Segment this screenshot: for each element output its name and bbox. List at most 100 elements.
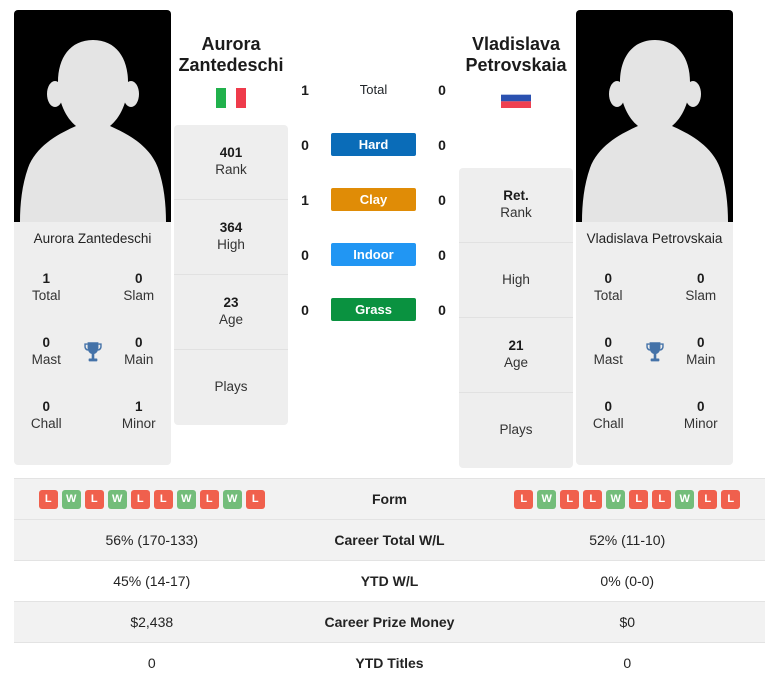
stat-label: Total	[593, 288, 623, 303]
form-badge-loss: L	[652, 489, 672, 509]
stat-slam-left: 0 Slam	[113, 271, 166, 305]
rank-value: Ret.	[503, 188, 529, 204]
high-label: High	[502, 271, 530, 287]
surface-badge-total: Total	[359, 82, 388, 97]
player-name-left: Aurora Zantedeschi	[174, 10, 288, 76]
titles-row: 1 Total 0 Slam	[20, 256, 165, 320]
h2h-right-score: 0	[438, 136, 446, 153]
stat-main-left: 0 Main	[113, 335, 166, 369]
h2h-left-score: 1	[301, 191, 309, 208]
table-row-career-total-wl: 56% (170-133) Career Total W/L 52% (11-1…	[14, 519, 765, 561]
ytd-wl-left: 45% (14-17)	[113, 573, 191, 590]
flag-wrap-right	[459, 88, 573, 109]
stat-value: 0	[42, 335, 50, 351]
form-badge-loss: L	[38, 489, 58, 509]
form-right-cell: LWLLWLLWLL	[490, 479, 766, 520]
career-total-wl-right: 52% (11-10)	[589, 532, 666, 549]
rank-cell-age-right: 21 Age	[459, 318, 573, 394]
row-label-ytd-titles: YTD Titles	[355, 655, 424, 672]
stat-label: Minor	[121, 416, 156, 431]
flag-wrap-left	[174, 88, 288, 109]
h2h-row-indoor: 0 Indoor 0	[291, 227, 456, 282]
high-label: High	[217, 237, 245, 253]
stat-value: 0	[604, 271, 612, 287]
row-label-ytd-wl: YTD W/L	[360, 573, 419, 590]
age-value: 21	[508, 338, 524, 354]
stat-label: Minor	[683, 416, 718, 431]
form-badge-win: W	[222, 489, 242, 509]
rank-cell-rank-right: Ret. Rank	[459, 168, 573, 244]
stat-chall-left: 0 Chall	[20, 399, 73, 433]
row-label-career-prize-money: Career Prize Money	[324, 614, 455, 631]
form-badge-loss: L	[153, 489, 173, 509]
player-first-name: Vladislava	[471, 34, 561, 54]
rank-cell-rank-left: 401 Rank	[174, 125, 288, 201]
rank-value: 401	[219, 145, 243, 161]
h2h-surface-wrap: Total	[319, 78, 428, 101]
h2h-right-score: 0	[438, 81, 446, 98]
person-silhouette-icon	[19, 40, 166, 222]
head-to-head-column: 1 Total 0 0 Hard 0 1 Clay 0 0 Indoor 0 0…	[291, 10, 456, 468]
h2h-right-score: 0	[438, 191, 446, 208]
ytd-titles-left: 0	[147, 655, 156, 672]
form-badge-win: W	[107, 489, 127, 509]
h2h-surface-wrap: Clay	[319, 188, 428, 211]
stat-value: 0	[696, 271, 705, 287]
stat-chall-right: 0 Chall	[582, 399, 635, 433]
h2h-row-total: 1 Total 0	[291, 62, 456, 117]
h2h-surface-wrap: Grass	[319, 298, 428, 321]
surface-badge-grass[interactable]: Grass	[331, 298, 416, 321]
player-fullname-right: Vladislava Petrovskaia	[586, 231, 723, 246]
form-badge-loss: L	[84, 489, 104, 509]
h2h-left-score: 1	[301, 81, 309, 98]
name-column-left: Aurora Zantedeschi 401 Rank 364 High 23 …	[171, 10, 291, 468]
italy-flag-icon	[216, 88, 246, 109]
ytd-titles-right: 0	[623, 655, 632, 672]
russia-flag-icon	[501, 88, 531, 109]
stat-mast-right: 0 Mast	[582, 335, 635, 369]
stat-value: 0	[134, 271, 143, 287]
h2h-left-score: 0	[301, 136, 309, 153]
stat-label: Slam	[685, 288, 717, 303]
form-left-cell: LWLWLLWLWL	[14, 479, 290, 520]
h2h-left-score: 0	[301, 246, 309, 263]
stat-label: Mast	[31, 352, 61, 367]
h2h-row-hard: 0 Hard 0	[291, 117, 456, 172]
surface-badge-indoor[interactable]: Indoor	[331, 243, 416, 266]
plays-label: Plays	[499, 422, 533, 438]
player-card-left[interactable]: Aurora Zantedeschi 1 Total 0 Slam 0 Mast…	[14, 10, 171, 465]
form-badge-loss: L	[199, 489, 219, 509]
stat-value: 1	[42, 271, 50, 287]
h2h-surface-wrap: Hard	[319, 133, 428, 156]
form-badge-win: W	[61, 489, 81, 509]
form-badge-loss: L	[130, 489, 150, 509]
h2h-right-score: 0	[438, 301, 446, 318]
player-card-right[interactable]: Vladislava Petrovskaia 0 Total 0 Slam 0	[576, 10, 733, 465]
stat-value: 0	[696, 335, 705, 351]
titles-row: 0 Mast 0 Main	[20, 320, 165, 384]
form-badge-loss: L	[514, 489, 534, 509]
stat-label: Mast	[593, 352, 623, 367]
rank-cell-plays-left: Plays	[174, 350, 288, 425]
stat-label: Main	[124, 352, 154, 367]
stat-total-left: 1 Total	[20, 271, 73, 305]
stat-value: 0	[42, 399, 50, 415]
titles-row: 0 Total 0 Slam	[582, 256, 727, 320]
rank-cell-plays-right: Plays	[459, 393, 573, 468]
person-silhouette-icon	[581, 40, 728, 222]
surface-badge-clay[interactable]: Clay	[331, 188, 416, 211]
titles-row: 0 Chall 1 Minor	[20, 384, 165, 448]
name-column-right: Vladislava Petrovskaia Ret. Rank High 21…	[456, 10, 576, 469]
stat-value: 0	[696, 399, 705, 415]
stat-label: Chall	[592, 416, 624, 431]
rank-label: Rank	[500, 205, 532, 221]
form-badge-win: W	[176, 489, 196, 509]
form-badge-loss: L	[245, 489, 265, 509]
form-badge-win: W	[606, 489, 626, 509]
career-prize-money-right: $0	[619, 614, 636, 631]
rank-panel-right: Ret. Rank High 21 Age Plays	[459, 168, 573, 469]
table-row-ytd-wl: 45% (14-17) YTD W/L 0% (0-0)	[14, 560, 765, 602]
h2h-surface-wrap: Indoor	[319, 243, 428, 266]
surface-badge-hard[interactable]: Hard	[331, 133, 416, 156]
table-row-ytd-titles: 0 YTD Titles 0	[14, 642, 765, 684]
